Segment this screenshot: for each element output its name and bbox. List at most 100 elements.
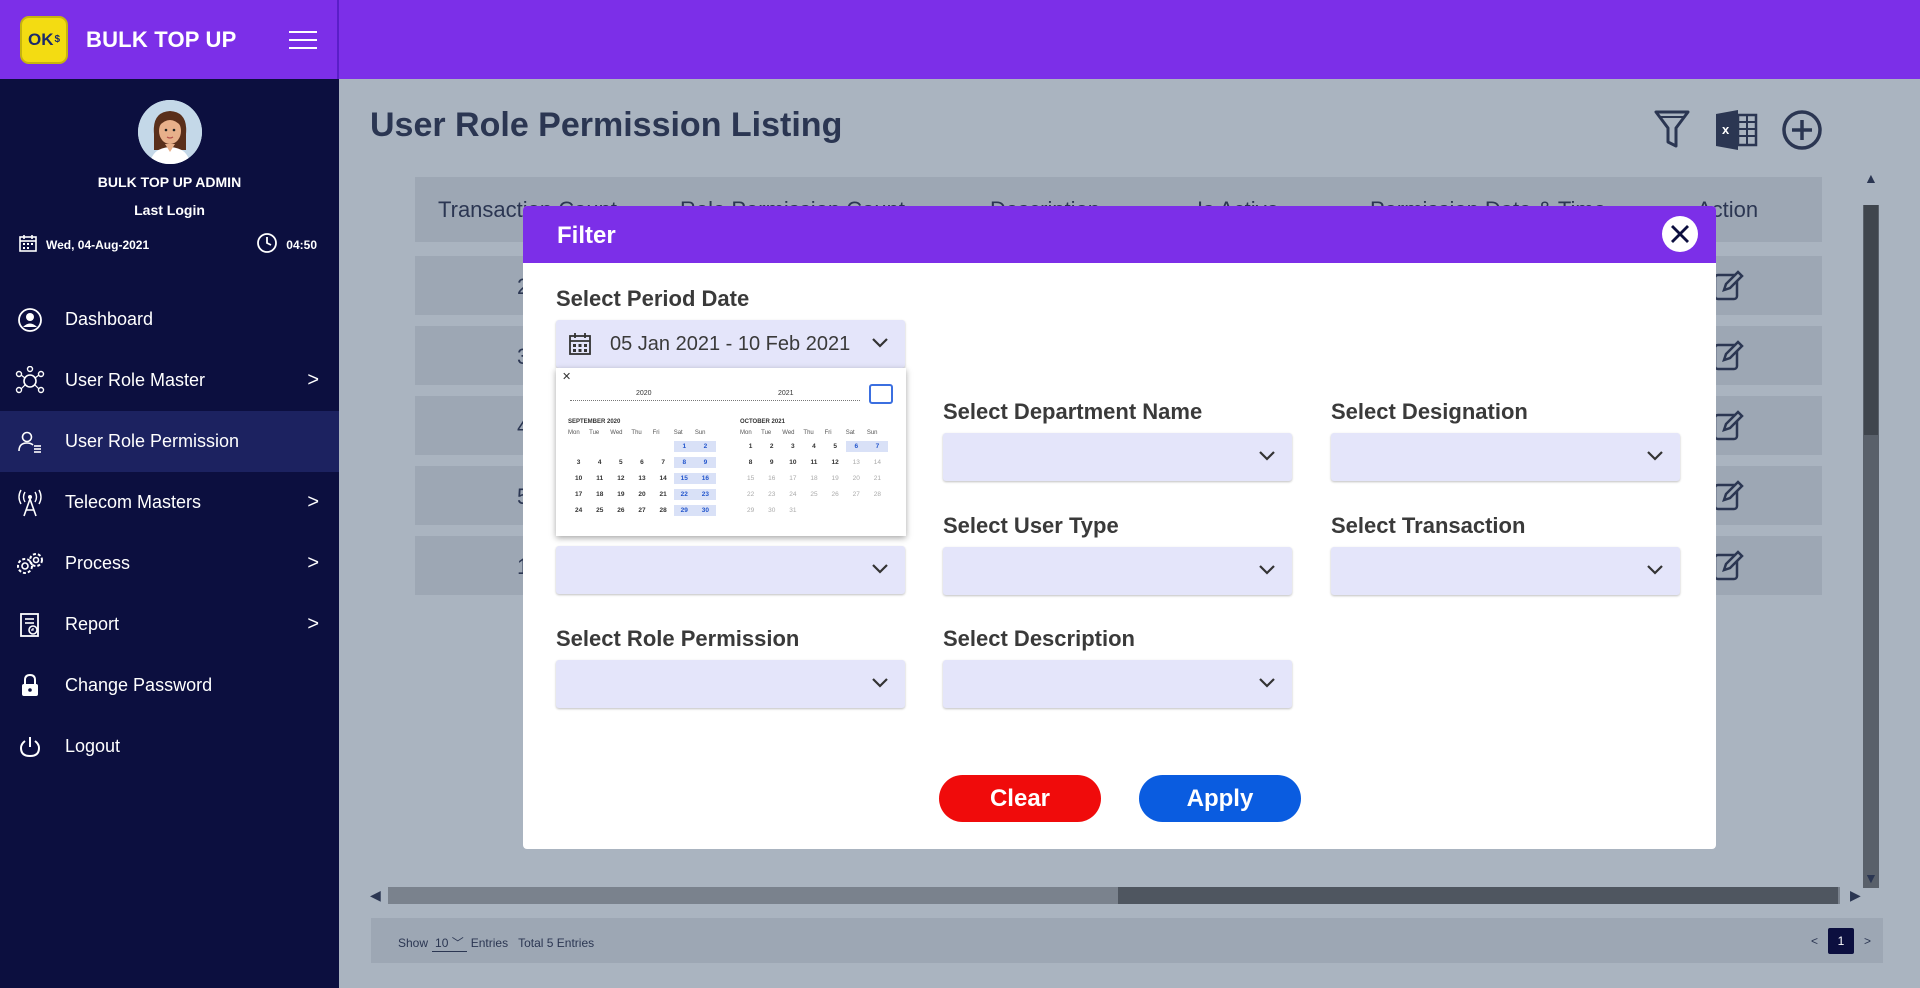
timeline-year[interactable]: 2021 [778,390,794,397]
timeline-year[interactable]: 2020 [636,390,652,397]
calendar-day[interactable]: 4 [803,441,824,452]
calendar-day[interactable]: 22 [673,489,695,500]
calendar-day[interactable]: 6 [845,441,867,452]
next-page-button[interactable]: > [1864,934,1871,948]
calendar-day[interactable]: 29 [673,505,695,516]
calendar-day[interactable]: 30 [761,505,782,516]
calendar-day[interactable]: 27 [631,505,652,516]
calendar-day[interactable]: 19 [610,489,631,500]
calendar-day[interactable]: 3 [568,457,589,468]
edit-icon[interactable] [1712,480,1744,517]
calendar-day[interactable]: 10 [568,473,589,484]
calendar-day[interactable]: 6 [631,457,652,468]
calendar-day[interactable]: 5 [825,441,846,452]
apply-button[interactable]: Apply [1139,775,1301,822]
calendar-day[interactable]: 17 [568,489,589,500]
sidebar-item-change-password[interactable]: Change Password [0,655,339,716]
calendar-day[interactable]: 15 [673,473,695,484]
transaction-select[interactable] [1331,547,1680,595]
entries-per-page-select[interactable]: 10 ﹀ [432,934,467,952]
vertical-scroll-thumb[interactable] [1864,205,1878,435]
year-timeline[interactable] [570,400,860,401]
calendar-day[interactable]: 30 [694,505,716,516]
calendar-day[interactable]: 28 [653,505,674,516]
calendar-day[interactable]: 14 [867,457,888,468]
calendar-day[interactable]: 16 [761,473,782,484]
horizontal-scroll-thumb[interactable] [1118,887,1838,904]
calendar-day[interactable]: 24 [568,505,589,516]
calendar-day[interactable]: 29 [740,505,761,516]
calendar-day[interactable]: 24 [782,489,803,500]
sidebar-item-process[interactable]: Process > [0,533,339,594]
designation-select[interactable] [1331,433,1680,481]
scroll-left-arrow[interactable]: ◀ [370,887,381,904]
calendar-day[interactable]: 23 [694,489,716,500]
calendar-day[interactable]: 21 [653,489,674,500]
calendar-day[interactable]: 28 [867,489,888,500]
prev-page-button[interactable]: < [1811,934,1818,948]
calendar-day[interactable]: 23 [761,489,782,500]
calendar-day[interactable]: 10 [782,457,803,468]
department-select[interactable] [943,433,1292,481]
sidebar-item-telecom-masters[interactable]: Telecom Masters > [0,472,339,533]
calendar-day[interactable]: 16 [694,473,716,484]
picker-toggle-box[interactable] [869,384,893,404]
page-number-button[interactable]: 1 [1827,928,1854,954]
calendar-day[interactable]: 13 [631,473,652,484]
calendar-day[interactable]: 25 [589,505,610,516]
edit-icon[interactable] [1712,410,1744,447]
sidebar-item-dashboard[interactable]: Dashboard [0,289,339,350]
calendar-day[interactable]: 3 [782,441,803,452]
close-button[interactable] [1662,216,1698,252]
calendar-day[interactable]: 17 [782,473,803,484]
calendar-day[interactable]: 9 [694,457,716,468]
calendar-day[interactable]: 19 [825,473,846,484]
calendar-day[interactable]: 31 [782,505,803,516]
calendar-day[interactable]: 1 [740,441,761,452]
calendar-day[interactable]: 15 [740,473,761,484]
calendar-day[interactable]: 8 [740,457,761,468]
calendar-day[interactable]: 7 [866,441,888,452]
calendar-day[interactable]: 11 [803,457,824,468]
calendar-day[interactable]: 1 [673,441,695,452]
sidebar-item-user-role-master[interactable]: User Role Master > [0,350,339,411]
calendar-day[interactable]: 14 [653,473,674,484]
clear-button[interactable]: Clear [939,775,1101,822]
calendar-day[interactable]: 12 [610,473,631,484]
role-permission-select[interactable] [556,660,905,708]
edit-icon[interactable] [1712,340,1744,377]
hidden-field-select[interactable] [556,546,905,594]
scroll-down-arrow[interactable]: ▼ [1864,870,1878,886]
user-type-select[interactable] [943,547,1292,595]
calendar-day[interactable]: 2 [694,441,716,452]
excel-export-icon[interactable]: x [1712,108,1758,152]
calendar-day[interactable]: 4 [589,457,610,468]
filter-icon[interactable] [1652,108,1696,152]
edit-icon[interactable] [1712,550,1744,587]
calendar-day[interactable]: 7 [653,457,674,468]
hamburger-menu-icon[interactable] [289,30,317,49]
calendar-day[interactable]: 18 [589,489,610,500]
close-icon[interactable]: ✕ [562,370,571,383]
scroll-up-arrow[interactable]: ▲ [1864,170,1878,186]
calendar-day[interactable]: 18 [803,473,824,484]
sidebar-item-user-role-permission[interactable]: User Role Permission [0,411,339,472]
calendar-day[interactable]: 21 [867,473,888,484]
calendar-day[interactable]: 22 [740,489,761,500]
calendar-day[interactable]: 11 [589,473,610,484]
description-select[interactable] [943,660,1292,708]
edit-icon[interactable] [1712,270,1744,307]
sidebar-item-logout[interactable]: Logout [0,716,339,777]
calendar-day[interactable]: 12 [825,457,846,468]
period-date-picker[interactable]: 05 Jan 2021 - 10 Feb 2021 [556,320,905,368]
calendar-day[interactable]: 26 [825,489,846,500]
scroll-right-arrow[interactable]: ▶ [1850,887,1861,904]
calendar-day[interactable]: 8 [673,457,695,468]
add-circle-icon[interactable] [1780,108,1824,152]
calendar-day[interactable]: 20 [846,473,867,484]
calendar-day[interactable]: 25 [803,489,824,500]
calendar-day[interactable]: 13 [846,457,867,468]
calendar-day[interactable]: 5 [610,457,631,468]
sidebar-item-report[interactable]: Report > [0,594,339,655]
calendar-day[interactable]: 20 [631,489,652,500]
